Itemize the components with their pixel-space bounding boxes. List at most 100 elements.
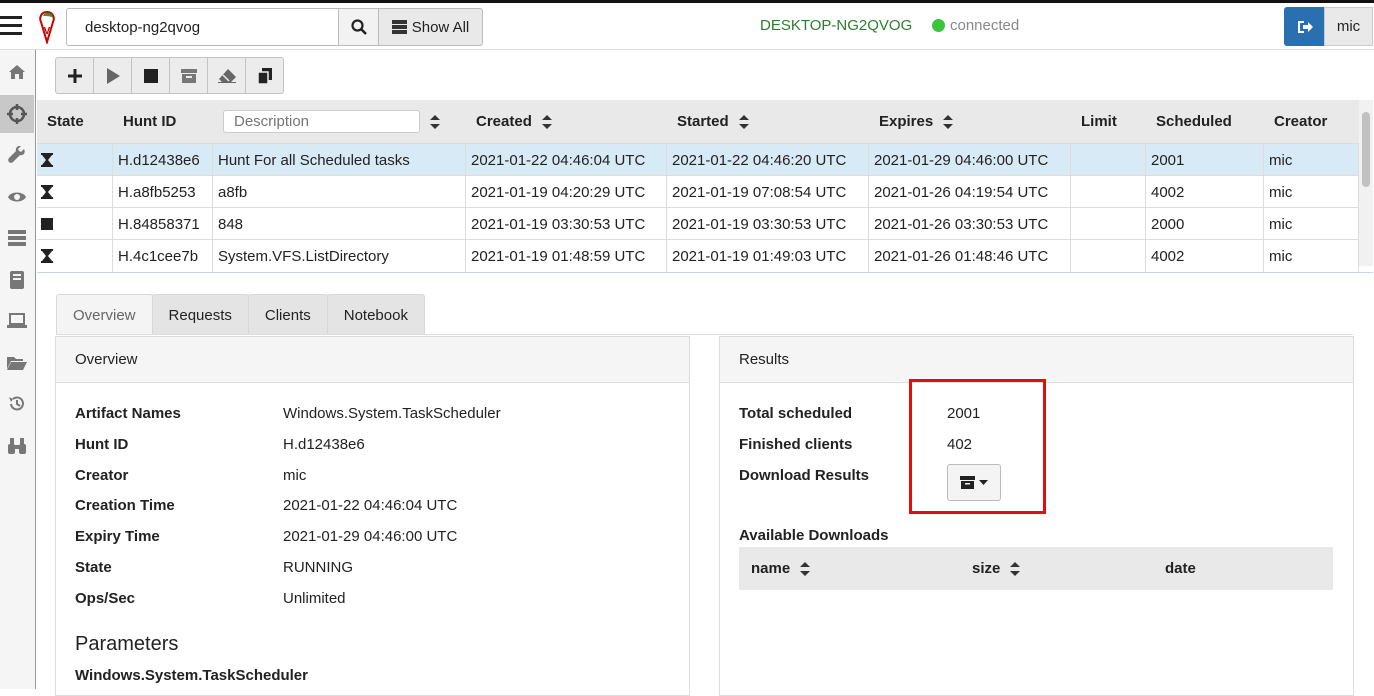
hunt-state-cell [37, 240, 113, 272]
description-filter-input[interactable] [223, 110, 420, 133]
hunt-table-row[interactable]: H.a8fb5253 a8fb 2021-01-19 04:20:29 UTC 202… [37, 175, 1359, 208]
overview-field-label: State [75, 559, 112, 576]
sort-icon[interactable] [430, 114, 440, 129]
sidebar-item-server[interactable] [0, 219, 34, 257]
hunt-state-cell [37, 144, 113, 176]
connection-status: connected [932, 17, 1019, 34]
hunt-cell-created: 2021-01-19 03:30:53 UTC [466, 208, 667, 240]
server-icon [391, 20, 407, 34]
sort-icon[interactable] [1010, 561, 1021, 576]
column-header-scheduled: Scheduled [1156, 100, 1232, 143]
column-label: Hunt ID [123, 113, 177, 130]
total-scheduled-label: Total scheduled [739, 405, 853, 422]
column-header-started[interactable]: Started [677, 100, 749, 143]
sort-icon[interactable] [943, 114, 954, 129]
sidebar-item-home[interactable] [0, 53, 34, 91]
hunt-table-row[interactable]: H.4c1cee7b System.VFS.ListDirectory 2021-0… [37, 239, 1359, 272]
hunt-table-row[interactable]: H.d12438e6 Hunt For all Scheduled tasks 20… [37, 143, 1359, 176]
hunt-cell-expires: 2021-01-26 04:19:54 UTC [869, 176, 1071, 208]
sidebar-item-events[interactable] [0, 178, 34, 216]
sidebar-item-artifacts[interactable] [0, 136, 34, 174]
sort-icon[interactable] [738, 114, 749, 129]
connection-status-label: connected [950, 17, 1020, 34]
home-icon [9, 65, 25, 79]
highlight-box [909, 379, 1046, 514]
hunt-cell-description: a8fb [213, 176, 466, 208]
column-label: Creator [1274, 113, 1328, 130]
column-label: Limit [1081, 113, 1117, 130]
hunt-cell-expires: 2021-01-26 03:30:53 UTC [869, 208, 1071, 240]
sidebar-item-notebooks[interactable] [0, 261, 34, 299]
sort-icon[interactable] [541, 114, 552, 129]
scrollbar-thumb[interactable] [1362, 112, 1370, 187]
sidebar-item-investigate[interactable] [0, 427, 34, 465]
show-all-label: Show All [411, 18, 470, 36]
overview-field-value: RUNNING [283, 559, 353, 576]
tab-requests[interactable]: Requests [151, 294, 249, 335]
hunt-state-cell [37, 208, 113, 240]
hunt-table-row[interactable]: H.84858371 848 2021-01-19 03:30:53 UTC 2021… [37, 207, 1359, 240]
sidebar-item-clients[interactable] [0, 302, 34, 340]
tab-notebook[interactable]: Notebook [326, 294, 425, 335]
hunt-cell-description: 848 [213, 208, 466, 240]
delete-hunt-button[interactable] [207, 57, 246, 94]
stop-icon [41, 218, 53, 230]
column-header-description [223, 100, 440, 143]
client-search-input[interactable] [66, 8, 339, 46]
downloads-column-size[interactable]: size [972, 547, 1021, 590]
stop-hunt-button[interactable] [131, 57, 170, 94]
tab-overview[interactable]: Overview [56, 294, 153, 335]
column-header-limit: Limit [1081, 100, 1117, 143]
downloads-column-date[interactable]: date [1165, 547, 1196, 590]
copy-icon [257, 67, 272, 84]
wrench-icon [8, 146, 25, 163]
download-results-label: Download Results [739, 467, 870, 484]
overview-panel-title: Overview [56, 337, 689, 383]
column-header-created[interactable]: Created [476, 100, 552, 143]
hunt-cell-scheduled: 4002 [1146, 176, 1264, 208]
parameters-heading: Parameters [75, 633, 179, 655]
column-header-state: State [47, 100, 84, 143]
menu-icon[interactable] [0, 16, 22, 38]
eye-icon [8, 192, 26, 202]
downloads-table-header: name size date [739, 547, 1333, 590]
new-hunt-button[interactable] [55, 57, 94, 94]
status-dot-icon [932, 19, 945, 32]
hunt-cell-created: 2021-01-19 01:48:59 UTC [466, 240, 667, 272]
logout-button[interactable] [1284, 7, 1325, 46]
client-hostname[interactable]: DESKTOP-NG2QVOG [760, 17, 912, 34]
sidebar-item-hunts[interactable] [0, 95, 34, 133]
laptop-icon [7, 313, 27, 328]
parameters-artifact-name: Windows.System.TaskScheduler [75, 667, 308, 684]
overview-field-label: Expiry Time [75, 528, 160, 546]
hunt-state-cell [37, 176, 113, 208]
run-hunt-button[interactable] [93, 57, 132, 94]
column-label: Created [476, 113, 532, 130]
hunt-cell-started: 2021-01-19 07:08:54 UTC [667, 176, 869, 208]
hunt-table: State Hunt ID Created Started Expires Li… [37, 100, 1373, 273]
sidebar-item-history[interactable] [0, 385, 34, 423]
user-menu-button[interactable]: mic [1324, 7, 1373, 46]
column-header-hunt-id: Hunt ID [123, 100, 176, 143]
overview-field-label: Ops/Sec [75, 589, 136, 607]
tab-clients[interactable]: Clients [247, 294, 328, 335]
show-all-button[interactable]: Show All [378, 8, 483, 46]
hunt-cell-hunt-id: H.d12438e6 [113, 144, 213, 176]
sort-icon[interactable] [800, 561, 811, 576]
hunt-toolbar [55, 57, 284, 94]
hunt-cell-limit [1071, 144, 1146, 176]
column-label: size [972, 560, 1001, 577]
table-scrollbar[interactable] [1359, 100, 1373, 266]
archive-hunt-button[interactable] [169, 57, 208, 94]
overview-field-value: 2021-01-29 04:46:00 UTC [283, 528, 458, 546]
sidebar-item-vfs[interactable] [0, 344, 34, 382]
search-button[interactable] [338, 8, 379, 46]
column-header-expires[interactable]: Expires [879, 100, 954, 143]
hunt-cell-creator: mic [1264, 144, 1359, 176]
copy-hunt-button[interactable] [245, 57, 284, 94]
top-bar: V Show All DESKTOP-NG2QVOG connected mic [0, 0, 1374, 50]
downloads-column-name[interactable]: name [751, 547, 811, 590]
hunt-cell-description: Hunt For all Scheduled tasks [213, 144, 466, 176]
overview-field-value: Unlimited [283, 589, 346, 607]
stop-icon [143, 68, 158, 83]
